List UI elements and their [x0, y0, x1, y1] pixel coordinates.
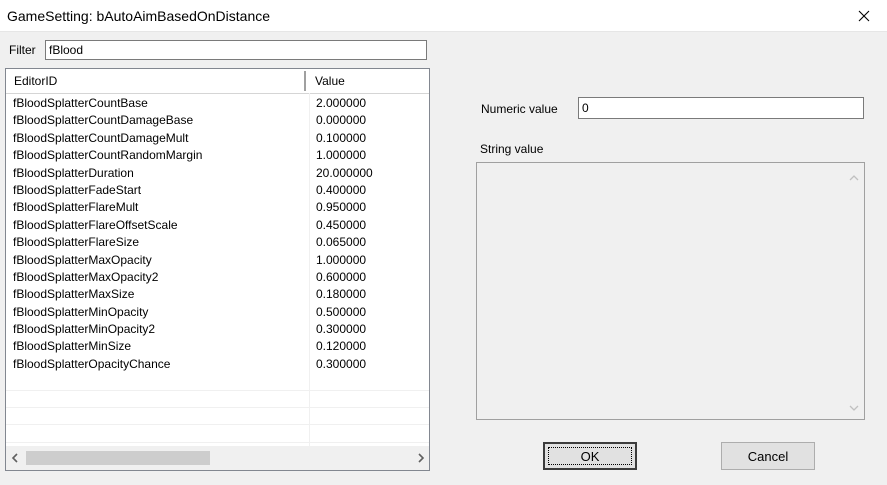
table-row[interactable]: fBloodSplatterCountBase 2.000000 — [6, 95, 429, 112]
table-row[interactable]: fBloodSplatterMinOpacity 0.500000 — [6, 304, 429, 321]
empty-row — [6, 425, 429, 443]
editorid-cell: fBloodSplatterMinOpacity — [13, 304, 149, 319]
value-cell: 1.000000 — [316, 252, 367, 267]
value-cell: 0.000000 — [316, 113, 367, 128]
column-header-editorid[interactable]: EditorID — [14, 69, 57, 93]
value-cell: 0.065000 — [316, 235, 367, 250]
scroll-right-button[interactable] — [412, 446, 429, 470]
editorid-cell: fBloodSplatterCountBase — [13, 96, 148, 110]
value-cell: 0.180000 — [316, 287, 367, 302]
string-value-area[interactable] — [476, 162, 865, 420]
editorid-cell: fBloodSplatterCountDamageBase — [13, 113, 194, 128]
filter-label: Filter — [9, 43, 36, 57]
editorid-cell: fBloodSplatterOpacityChance — [13, 356, 171, 371]
empty-row — [6, 408, 429, 426]
column-resize-handle[interactable] — [304, 71, 306, 91]
empty-row — [6, 391, 429, 409]
chevron-right-icon — [417, 453, 424, 463]
numeric-value-input[interactable] — [578, 97, 864, 119]
string-value-label: String value — [480, 142, 544, 156]
editorid-cell: fBloodSplatterCountRandomMargin — [13, 148, 203, 163]
focus-rectangle — [548, 447, 632, 465]
scroll-thumb[interactable] — [26, 451, 210, 465]
editorid-cell: fBloodSplatterFlareSize — [13, 235, 140, 250]
table-row[interactable]: fBloodSplatterMaxOpacity2 0.600000 — [6, 269, 429, 286]
table-row[interactable]: fBloodSplatterMaxOpacity 1.000000 — [6, 252, 429, 269]
value-cell: 2.000000 — [316, 96, 367, 110]
chevron-down-icon — [849, 405, 859, 411]
table-row[interactable]: fBloodSplatterMinOpacity2 0.300000 — [6, 321, 429, 338]
value-cell: 0.500000 — [316, 304, 367, 319]
horizontal-scrollbar[interactable] — [6, 446, 429, 470]
value-cell: 0.400000 — [316, 182, 367, 197]
ok-button[interactable]: OK — [543, 442, 637, 470]
value-cell: 20.000000 — [316, 165, 373, 180]
value-cell: 0.120000 — [316, 339, 367, 354]
list-rows: fBloodSplatterCountBase 2.000000 fBloodSpl… — [6, 95, 429, 443]
editorid-cell: fBloodSplatterMaxSize — [13, 287, 135, 302]
editorid-cell: fBloodSplatterCountDamageMult — [13, 130, 189, 145]
filter-input[interactable] — [45, 40, 427, 60]
table-row[interactable]: fBloodSplatterOpacityChance 0.300000 — [6, 356, 429, 373]
table-row[interactable]: fBloodSplatterCountDamageBase 0.000000 — [6, 112, 429, 129]
close-button[interactable] — [841, 0, 887, 31]
column-header-value[interactable]: Value — [315, 69, 345, 93]
table-row[interactable]: fBloodSplatterFlareSize 0.065000 — [6, 234, 429, 251]
title-bar: GameSetting: bAutoAimBasedOnDistance — [0, 0, 887, 32]
scroll-down-button[interactable] — [847, 401, 861, 415]
close-icon — [858, 10, 870, 21]
scroll-left-button[interactable] — [6, 446, 23, 470]
editorid-cell: fBloodSplatterDuration — [13, 165, 134, 180]
settings-list[interactable]: EditorID Value fBloodSplatterCountBase 2.… — [5, 68, 430, 471]
table-row[interactable]: fBloodSplatterFadeStart 0.400000 — [6, 182, 429, 199]
scroll-up-button[interactable] — [847, 171, 861, 185]
numeric-value-label: Numeric value — [481, 102, 558, 116]
editorid-cell: fBloodSplatterMinOpacity2 — [13, 322, 156, 337]
editorid-cell: fBloodSplatterFlareMult — [13, 200, 139, 215]
cancel-button[interactable]: Cancel — [721, 442, 815, 470]
value-cell: 0.450000 — [316, 217, 367, 232]
table-row[interactable]: fBloodSplatterMinSize 0.120000 — [6, 338, 429, 355]
value-cell: 0.950000 — [316, 200, 367, 215]
value-cell: 0.600000 — [316, 269, 367, 284]
table-row[interactable]: fBloodSplatterDuration 20.000000 — [6, 165, 429, 182]
value-cell: 0.300000 — [316, 356, 367, 371]
editorid-cell: fBloodSplatterFlareOffsetScale — [13, 217, 178, 232]
chevron-up-icon — [849, 175, 859, 181]
table-row[interactable]: fBloodSplatterFlareMult 0.950000 — [6, 199, 429, 216]
value-cell: 1.000000 — [316, 148, 367, 163]
table-row[interactable]: fBloodSplatterMaxSize 0.180000 — [6, 286, 429, 303]
editorid-cell: fBloodSplatterMaxOpacity2 — [13, 269, 159, 284]
table-row[interactable]: fBloodSplatterFlareOffsetScale 0.450000 — [6, 217, 429, 234]
chevron-left-icon — [11, 453, 18, 463]
table-row[interactable]: fBloodSplatterCountRandomMargin 1.000000 — [6, 147, 429, 164]
editorid-cell: fBloodSplatterMaxOpacity — [13, 252, 152, 267]
empty-row — [6, 373, 429, 391]
editorid-cell: fBloodSplatterMinSize — [13, 339, 132, 354]
window-title: GameSetting: bAutoAimBasedOnDistance — [7, 8, 271, 24]
list-header: EditorID Value — [6, 69, 429, 94]
editorid-cell: fBloodSplatterFadeStart — [13, 182, 142, 197]
table-row[interactable]: fBloodSplatterCountDamageMult 0.100000 — [6, 130, 429, 147]
value-cell: 0.100000 — [316, 130, 367, 145]
value-cell: 0.300000 — [316, 322, 367, 337]
